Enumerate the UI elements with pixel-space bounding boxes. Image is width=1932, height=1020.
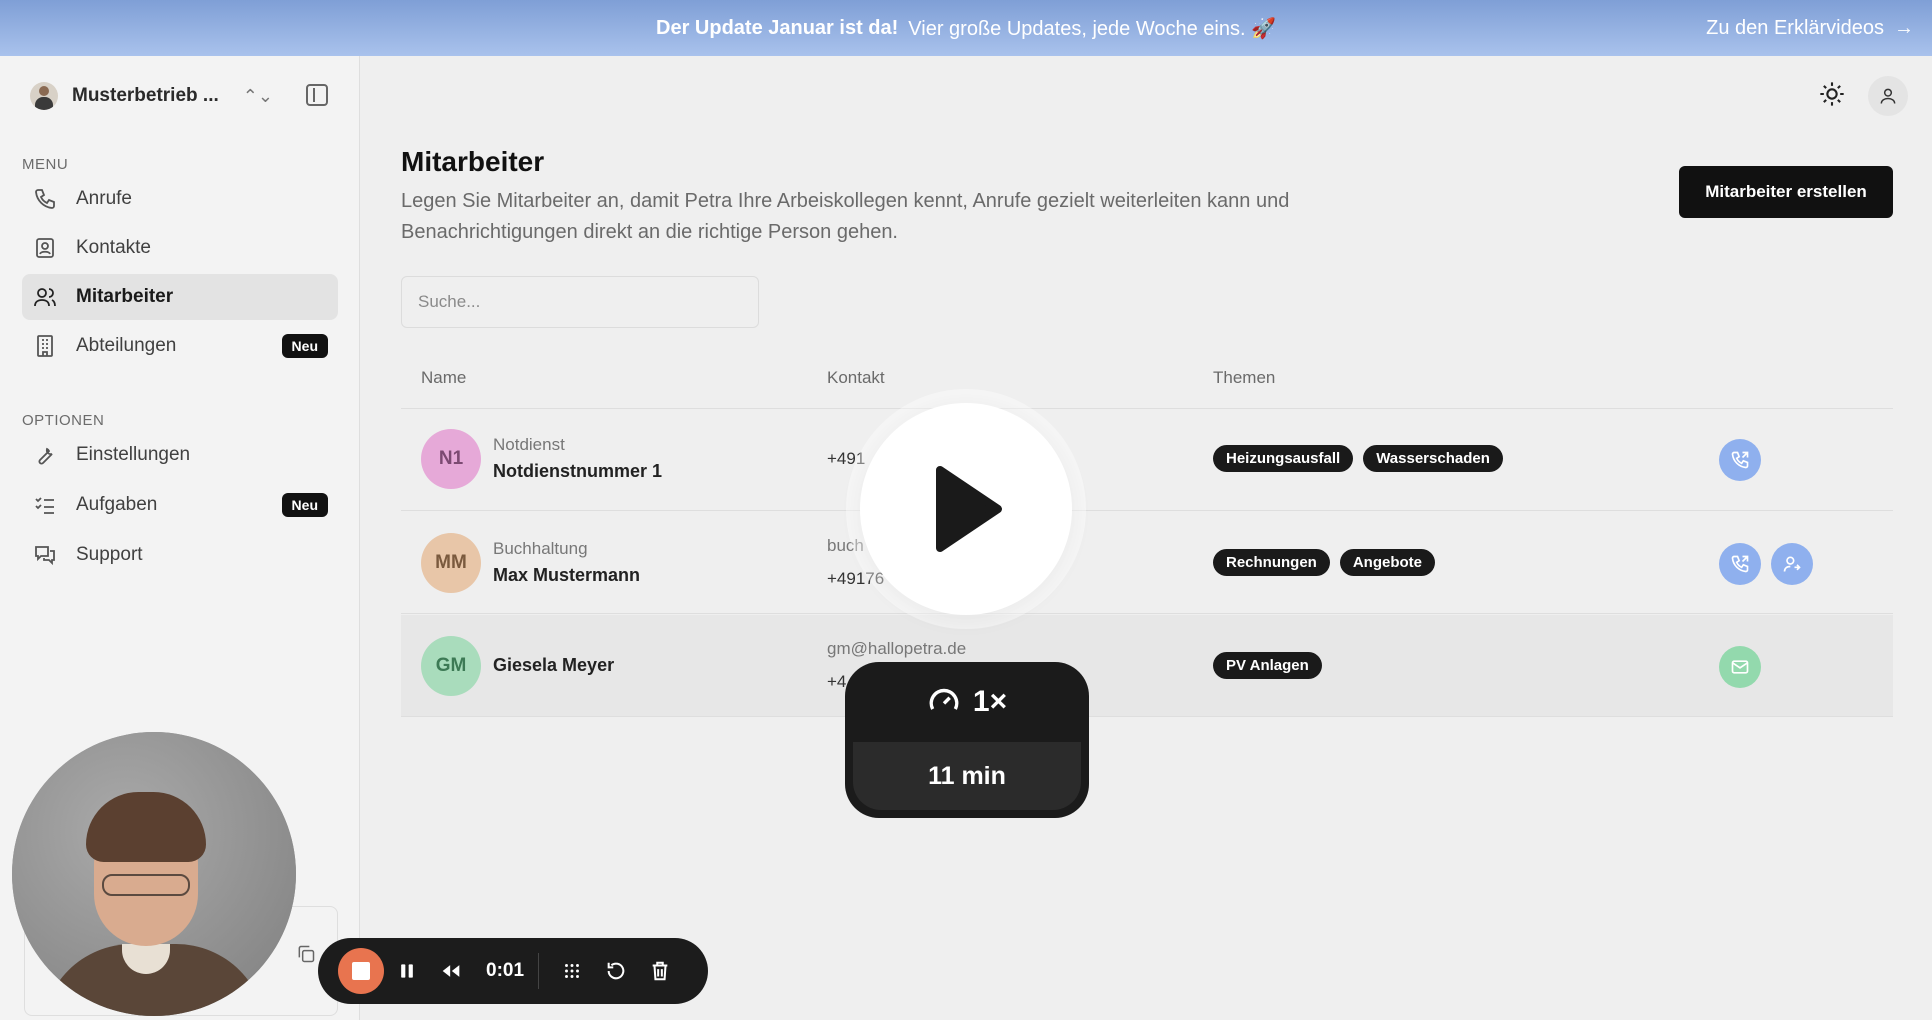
pause-icon[interactable] <box>386 950 428 992</box>
rewind-icon[interactable] <box>430 950 472 992</box>
sun-icon[interactable] <box>1818 80 1846 113</box>
row-department: Buchhaltung <box>493 539 588 558</box>
menu-section-label: MENU <box>22 156 69 173</box>
users-icon <box>32 284 58 310</box>
row-actions <box>1719 439 1761 481</box>
building-icon <box>32 333 58 359</box>
row-name: Max Mustermann <box>493 565 641 585</box>
phone-forward-icon[interactable] <box>1719 543 1761 585</box>
sidebar-item-label: Anrufe <box>76 188 132 209</box>
row-actions <box>1719 543 1813 585</box>
chevron-updown-icon: ⌃⌄ <box>242 85 273 106</box>
contact-card-icon <box>32 235 58 261</box>
avatar: GM <box>421 636 481 696</box>
org-name: Musterbetrieb ... <box>72 85 219 106</box>
restart-icon[interactable] <box>595 950 637 992</box>
options-section-label: OPTIONEN <box>22 412 105 429</box>
topic-tag: PV Anlagen <box>1213 652 1322 679</box>
chat-icon <box>32 542 58 568</box>
sidebar-item-label: Aufgaben <box>76 494 158 515</box>
webcam-person-glasses <box>102 874 190 896</box>
top-actions <box>1818 76 1908 116</box>
wrench-icon <box>32 442 58 468</box>
row-name: Notdienstnummer 1 <box>493 461 663 481</box>
page-description: Legen Sie Mitarbeiter an, damit Petra Ih… <box>401 190 1290 243</box>
banner-headline: Der Update Januar ist da! <box>656 16 899 39</box>
table-row[interactable]: GM Giesela Meyer gm@hallopetra.de +4 PV … <box>401 615 1893 717</box>
sidebar-item-einstellungen[interactable]: Einstellungen <box>22 432 338 478</box>
main-content: Mitarbeiter Legen Sie Mitarbeiter an, da… <box>361 56 1932 1020</box>
sidebar-item-label: Einstellungen <box>76 444 191 465</box>
row-email: gm@hallopetra.de <box>827 639 967 658</box>
checklist-icon <box>32 492 58 518</box>
grid-icon[interactable] <box>551 950 593 992</box>
row-actions <box>1719 646 1761 688</box>
row-tags: Rechnungen Angebote <box>1213 549 1436 576</box>
user-forward-icon[interactable] <box>1771 543 1813 585</box>
banner-message: Vier große Updates, jede Woche eins. 🚀 <box>908 17 1276 40</box>
speed-label: 1× <box>972 685 1008 718</box>
row-email: buch <box>827 536 864 555</box>
trash-icon[interactable] <box>639 950 681 992</box>
banner-link-label: Zu den Erklärvideos <box>1706 16 1884 39</box>
playback-info-card[interactable]: 1× 11 min <box>845 662 1089 818</box>
table-row[interactable]: MM Buchhaltung Max Mustermann buch +4917… <box>401 512 1893 614</box>
sidebar-collapse-icon[interactable] <box>306 84 328 106</box>
table-row[interactable]: N1 Notdienst Notdienstnummer 1 +491 Heiz… <box>401 409 1893 511</box>
playback-speed[interactable]: 1× <box>845 662 1089 742</box>
sidebar-item-label: Mitarbeiter <box>76 286 174 307</box>
user-menu-button[interactable] <box>1868 76 1908 116</box>
avatar: MM <box>421 533 481 593</box>
copy-icon[interactable] <box>296 944 316 969</box>
toolbar-divider <box>538 953 540 989</box>
topic-tag: Rechnungen <box>1213 549 1330 576</box>
user-icon <box>1880 88 1896 104</box>
row-tags: Heizungsausfall Wasserschaden <box>1213 445 1503 472</box>
duration-label: 11 min <box>853 742 1081 810</box>
play-button[interactable] <box>860 403 1072 615</box>
topic-tag: Angebote <box>1339 549 1436 576</box>
sidebar-item-aufgaben[interactable]: Aufgaben Neu <box>22 482 338 528</box>
recorder-toolbar: 0:01 <box>318 938 708 1004</box>
arrow-right-icon: → <box>1894 16 1914 39</box>
sidebar-item-anrufe[interactable]: Anrufe <box>22 176 338 222</box>
sidebar-item-abteilungen[interactable]: Abteilungen Neu <box>22 323 338 369</box>
phone-icon <box>32 186 58 212</box>
row-phone: +49176 <box>827 569 885 588</box>
create-employee-button[interactable]: Mitarbeiter erstellen <box>1679 166 1893 218</box>
stop-recording-button[interactable] <box>338 948 384 994</box>
phone-forward-icon[interactable] <box>1719 439 1761 481</box>
mail-icon[interactable] <box>1719 646 1761 688</box>
new-badge: Neu <box>281 334 328 358</box>
sidebar-item-label: Kontakte <box>76 237 151 258</box>
search-input[interactable] <box>401 276 759 328</box>
webcam-bubble[interactable] <box>12 732 296 1016</box>
new-badge: Neu <box>281 493 328 517</box>
avatar: N1 <box>421 429 481 489</box>
column-header-name[interactable]: Name <box>421 368 466 388</box>
org-switcher[interactable]: Musterbetrieb ... ⌃⌄ <box>30 82 273 110</box>
play-icon <box>936 466 1002 552</box>
row-phone: +491 <box>827 449 866 468</box>
row-department: Notdienst <box>493 435 565 454</box>
banner-link[interactable]: Zu den Erklärvideos → <box>1706 0 1914 56</box>
speedometer-icon <box>929 688 959 710</box>
column-header-contact[interactable]: Kontakt <box>827 368 885 388</box>
announcement-banner: Der Update Januar ist da! Vier große Upd… <box>0 0 1932 56</box>
sidebar-item-kontakte[interactable]: Kontakte <box>22 225 338 271</box>
column-header-topics[interactable]: Themen <box>1213 368 1275 388</box>
sidebar-item-support[interactable]: Support <box>22 532 338 578</box>
sidebar-item-label: Support <box>76 544 143 565</box>
row-phone: +4 <box>827 672 847 691</box>
sidebar-item-label: Abteilungen <box>76 335 177 356</box>
topic-tag: Heizungsausfall <box>1213 445 1354 472</box>
row-tags: PV Anlagen <box>1213 652 1322 679</box>
row-name: Giesela Meyer <box>493 655 615 675</box>
org-avatar <box>30 82 58 110</box>
topic-tag: Wasserschaden <box>1363 445 1503 472</box>
page-title: Mitarbeiter <box>401 146 545 177</box>
recording-time: 0:01 <box>486 960 525 981</box>
sidebar-item-mitarbeiter[interactable]: Mitarbeiter <box>22 274 338 320</box>
